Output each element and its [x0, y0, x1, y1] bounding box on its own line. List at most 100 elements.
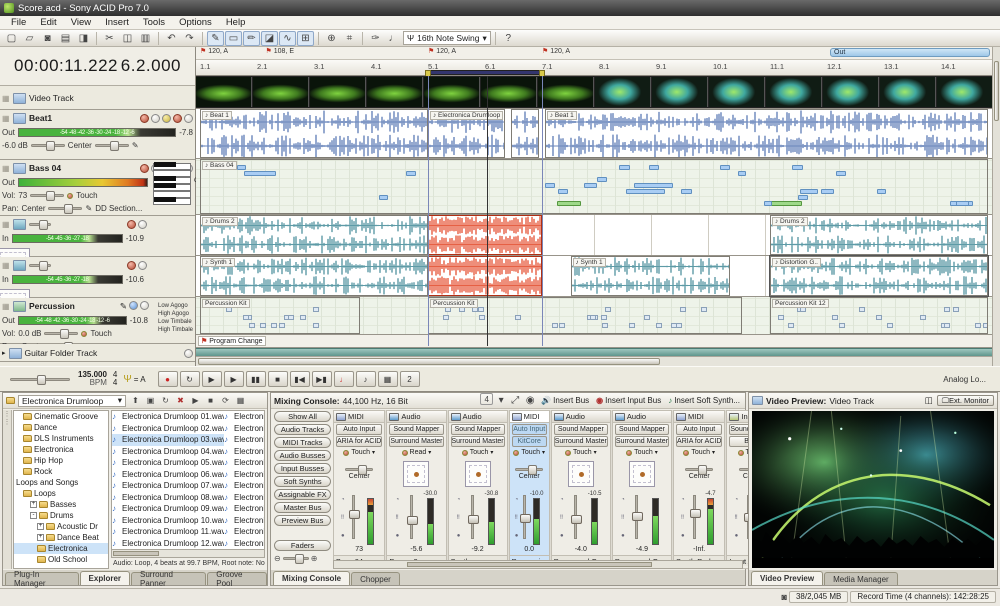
volume-fader[interactable]	[352, 495, 355, 539]
file-list[interactable]: ♪Electronica Drumloop 01.wav♪Electronica…	[111, 410, 265, 569]
bass04-midi-lane[interactable]: ♪ Bass 04	[196, 159, 992, 215]
edit-pencil-icon[interactable]: ✎	[132, 141, 139, 150]
beat1-track-lane[interactable]: ♪ Beat 1♪ Electronica Drumloop♪ Beat 1	[196, 109, 992, 159]
channel-strip-synth-pad[interactable]: MIDIAuto InputARIA for ACIDTouch▾Center◔…	[673, 410, 725, 569]
volume-fader[interactable]	[574, 495, 577, 539]
drum-hit-note[interactable]	[876, 315, 882, 320]
folder-tree[interactable]: Cinematic GrooveDanceDLS InstrumentsElec…	[13, 410, 109, 569]
mute-icon[interactable]: ●	[735, 533, 739, 539]
automation-clock-icon[interactable]	[138, 220, 147, 229]
video-thumbnail[interactable]	[709, 77, 765, 107]
redo-icon[interactable]: ↷	[181, 31, 198, 46]
bus-label[interactable]: Out	[2, 178, 15, 187]
bus-label[interactable]: In	[2, 234, 9, 243]
drum-hit-note[interactable]	[313, 307, 319, 312]
tree-item[interactable]: +Acoustic Dr	[14, 521, 108, 532]
channel-strip-synth[interactable]: AudioSound MapperSurround MasterTouch▾◔‼…	[448, 410, 508, 569]
bus-label[interactable]: Out	[2, 128, 15, 137]
guitar-folder-track-header[interactable]: ▸ Guitar Folder Track	[0, 344, 195, 362]
drum-hit-note[interactable]	[590, 315, 596, 320]
drum-hit-note[interactable]	[953, 307, 959, 312]
menu-help[interactable]: Help	[219, 17, 253, 28]
gain-icon[interactable]: ‼	[681, 515, 685, 521]
midi-note[interactable]	[634, 183, 673, 188]
bass04-track-header[interactable]: ▦ Bass 04 Out Vol: 73 Touch Pan: Center	[0, 160, 195, 216]
pan-control[interactable]	[387, 458, 445, 490]
phase-icon[interactable]: ◔	[457, 497, 461, 503]
file-item[interactable]: ♪Electronica	[224, 457, 264, 469]
refresh-icon[interactable]: ↻	[159, 393, 172, 408]
tree-item[interactable]: Loops	[14, 488, 108, 499]
midi-note[interactable]	[836, 171, 845, 176]
track-grip-icon[interactable]: ▦	[2, 220, 10, 229]
pan-slider[interactable]	[48, 207, 82, 210]
midi-note[interactable]	[626, 189, 665, 194]
midi-note[interactable]	[558, 189, 568, 194]
midi-note[interactable]	[681, 189, 692, 194]
file-item[interactable]: ♪Electronica Drumloop 08.wav	[112, 492, 224, 504]
pause-button[interactable]: ▮▮	[246, 371, 266, 387]
erase-tool-icon[interactable]: ◪	[261, 31, 278, 46]
envelope-tool-icon[interactable]: ∿	[279, 31, 296, 46]
video-thumbnail[interactable]	[196, 77, 252, 107]
automation-clock-icon[interactable]	[184, 114, 193, 123]
piano-keys[interactable]: C4	[153, 163, 191, 205]
mixer-view-preview-bus[interactable]: Preview Bus	[274, 515, 331, 526]
midi-note[interactable]	[406, 171, 416, 176]
drum-hit-note[interactable]	[601, 315, 607, 320]
drum-hit-note[interactable]	[680, 307, 686, 312]
fader-thumb[interactable]	[349, 510, 360, 519]
channel-output-button[interactable]: Surround Master	[554, 436, 608, 447]
percussion-track-name[interactable]: Percussion	[29, 301, 75, 311]
play-button[interactable]: ▶	[224, 371, 244, 387]
gain-icon[interactable]: ‼	[341, 515, 345, 521]
video-thumbnail[interactable]	[766, 77, 822, 107]
volume-fader[interactable]	[410, 495, 413, 539]
automation-record-icon[interactable]	[81, 331, 87, 337]
audio-clip[interactable]: ♪ Distortion G..	[770, 256, 988, 296]
pan-slider[interactable]	[95, 144, 129, 147]
channel-count-box[interactable]: 4	[480, 393, 493, 405]
beat1-track-name[interactable]: Beat1	[29, 113, 52, 123]
volume-fader[interactable]	[523, 495, 526, 539]
arm-record-icon[interactable]	[140, 164, 149, 173]
select-tool-icon[interactable]: ▭	[225, 31, 242, 46]
mixer-tab-mixing-console[interactable]: Mixing Console	[273, 571, 350, 585]
file-item[interactable]: ♪Electronica	[224, 469, 264, 481]
mixer-hscrollbar[interactable]	[333, 560, 743, 569]
tree-item[interactable]: Hip Hop	[14, 455, 108, 466]
drum-hit-note[interactable]	[559, 323, 565, 328]
tree-item[interactable]: -Drums	[14, 510, 108, 521]
marker-bar[interactable]: Out ⚑ 120, A⚑ 108, E⚑ 120, A⚑ 120, A	[196, 47, 992, 60]
phase-icon[interactable]: ◔	[515, 497, 519, 503]
drum-hit-note[interactable]	[644, 315, 650, 320]
print-icon[interactable]: ▤	[57, 31, 74, 46]
playhead-cursor[interactable]	[487, 76, 488, 346]
automation-mode-button[interactable]: Touch▾	[334, 447, 384, 458]
drum-hit-note[interactable]	[279, 323, 285, 328]
channel-output-button[interactable]: Surround Master	[389, 436, 443, 447]
file-item[interactable]: ♪Electronica	[224, 446, 264, 458]
drum-hit-note[interactable]	[859, 307, 865, 312]
stop-button[interactable]: ■	[268, 371, 288, 387]
phase-icon[interactable]: ◔	[560, 497, 564, 503]
mute-icon[interactable]	[162, 114, 171, 123]
pan-control[interactable]: Center	[334, 458, 384, 490]
automation-mode-button[interactable]: Touch▾	[510, 447, 549, 458]
fader-thumb[interactable]	[632, 512, 643, 521]
file-item[interactable]: ♪Electronica Drumloop 04.wav	[112, 446, 224, 458]
drum-hit-note[interactable]	[788, 323, 794, 328]
volume-fader[interactable]	[693, 495, 696, 539]
timecode-display[interactable]: 00:00:11.222	[14, 56, 118, 76]
midi-note[interactable]	[821, 189, 834, 194]
tree-item[interactable]: Dance	[14, 422, 108, 433]
volume-value[interactable]: 73	[18, 191, 27, 200]
grid-button[interactable]: ▦	[378, 371, 398, 387]
channel-output-button[interactable]: ARIA for ACID	[676, 436, 722, 447]
video-thumbnail[interactable]	[367, 77, 423, 107]
volume-value[interactable]: -6.0 dB	[2, 141, 28, 150]
audio-clip[interactable]: ♪ Drums 2	[200, 215, 428, 255]
audio-clip[interactable]: ♪ Electronica Drumloop	[428, 109, 505, 158]
phase-icon[interactable]: ◔	[735, 497, 739, 503]
copy-icon[interactable]: ◫	[119, 31, 136, 46]
